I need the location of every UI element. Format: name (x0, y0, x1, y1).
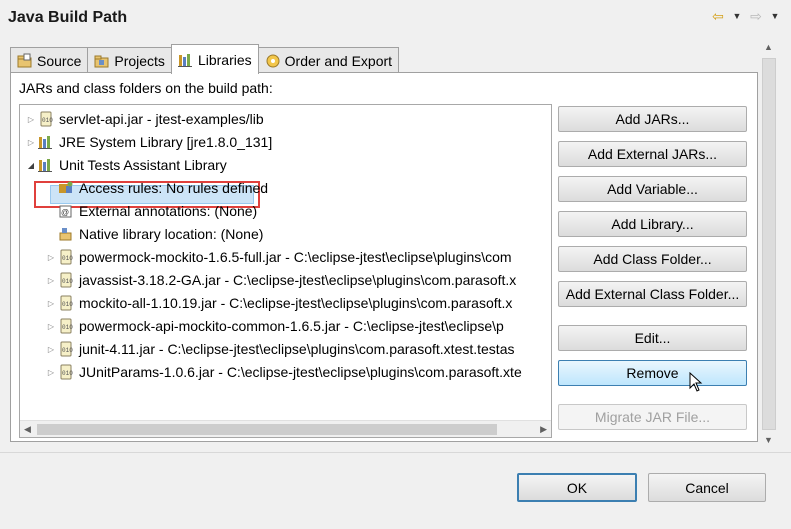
tree-row-label: powermock-mockito-1.6.5-full.jar - C:\ec… (79, 249, 512, 265)
scroll-up-icon[interactable]: ▲ (764, 42, 773, 52)
library-icon (38, 157, 54, 173)
source-folder-icon (17, 53, 33, 69)
library-icon (38, 134, 54, 150)
jar-icon: 010 (58, 318, 74, 334)
svg-text:010: 010 (62, 278, 73, 285)
tree-row-label: JRE System Library [jre1.8.0_131] (59, 134, 273, 150)
tree-row-label: External annotations: (None) (79, 203, 258, 219)
tree-row[interactable]: ▷ 010 mockito-all-1.10.19.jar - C:\eclipse… (44, 292, 512, 314)
tree-row[interactable]: ▷ 010 servlet-api.jar - jtest-examples/lib (24, 108, 264, 130)
edit-button[interactable]: Edit... (558, 325, 747, 351)
svg-text:010: 010 (62, 301, 73, 308)
library-tree[interactable]: ▷ 010 servlet-api.jar - jtest-examples/lib… (19, 104, 552, 438)
tree-row[interactable]: Access rules: No rules defined (44, 177, 268, 199)
scroll-down-icon[interactable]: ▼ (764, 435, 773, 445)
tab-label: Source (37, 53, 82, 69)
tree-row-label: servlet-api.jar - jtest-examples/lib (59, 111, 264, 127)
libraries-panel: JARs and class folders on the build path… (10, 72, 758, 442)
projects-icon (94, 53, 110, 69)
forward-dropdown-icon[interactable]: ▼ (769, 11, 781, 21)
add-external-jars-button[interactable]: Add External JARs... (558, 141, 747, 167)
scroll-thumb[interactable] (762, 58, 776, 430)
jar-icon: 010 (58, 295, 74, 311)
expand-arrow-icon[interactable]: ▷ (44, 368, 58, 377)
cancel-button[interactable]: Cancel (648, 473, 766, 502)
expand-arrow-icon[interactable]: ▷ (44, 253, 58, 262)
expand-arrow-icon[interactable]: ▷ (44, 322, 58, 331)
tree-row-label: mockito-all-1.10.19.jar - C:\eclipse-jte… (79, 295, 513, 311)
tree-row-label: Unit Tests Assistant Library (59, 157, 227, 173)
tree-row-label: JUnitParams-1.0.6.jar - C:\eclipse-jtest… (79, 364, 522, 380)
svg-text:010: 010 (42, 117, 53, 124)
expand-arrow-icon[interactable]: ▷ (44, 345, 58, 354)
native-library-icon (58, 226, 74, 242)
access-rules-icon (58, 180, 74, 196)
tab-label: Projects (114, 53, 165, 69)
tree-row-label: powermock-api-mockito-common-1.6.5.jar -… (79, 318, 504, 334)
add-class-folder-button[interactable]: Add Class Folder... (558, 246, 747, 272)
tab-label: Libraries (197, 51, 252, 68)
dialog-title: Java Build Path (8, 9, 128, 26)
tree-row-label: junit-4.11.jar - C:\eclipse-jtest\eclips… (79, 341, 515, 357)
tree-row-label: javassist-3.18.2-GA.jar - C:\eclipse-jte… (79, 272, 517, 288)
tree-row[interactable]: ◢ Unit Tests Assistant Library (24, 154, 227, 176)
add-library-button[interactable]: Add Library... (558, 211, 747, 237)
expand-arrow-icon[interactable]: ▷ (44, 276, 58, 285)
back-dropdown-icon[interactable]: ▼ (731, 11, 743, 21)
dialog-header: Java Build Path ⇦ ▼ ⇨ ▼ (0, 0, 791, 38)
mouse-cursor-icon (689, 372, 703, 392)
add-variable-button[interactable]: Add Variable... (558, 176, 747, 202)
tree-row[interactable]: ▷ 010 JUnitParams-1.0.6.jar - C:\eclipse-j… (44, 361, 522, 383)
scroll-thumb[interactable] (37, 424, 497, 435)
scroll-right-icon[interactable]: ▶ (540, 424, 547, 435)
tree-row[interactable]: ▷ 010 junit-4.11.jar - C:\eclipse-jtest\ec… (44, 338, 515, 360)
migrate-jar-button: Migrate JAR File... (558, 404, 747, 430)
vertical-scrollbar[interactable]: ▲ ▼ (760, 40, 778, 447)
svg-text:010: 010 (62, 347, 73, 354)
history-nav: ⇦ ▼ ⇨ ▼ (709, 8, 781, 24)
jar-icon: 010 (58, 364, 74, 380)
back-arrow-icon[interactable]: ⇦ (709, 8, 727, 24)
tree-row[interactable]: @ External annotations: (None) (44, 200, 257, 222)
tab-libraries[interactable]: Libraries (170, 44, 259, 74)
ok-button[interactable]: OK (517, 473, 637, 502)
jar-icon: 010 (58, 341, 74, 357)
footer-divider (0, 452, 791, 453)
svg-text:@: @ (61, 208, 69, 217)
annotations-icon: @ (58, 203, 74, 219)
scroll-left-icon[interactable]: ◀ (24, 424, 31, 435)
expand-arrow-icon[interactable]: ▷ (24, 115, 38, 124)
svg-text:010: 010 (62, 324, 73, 331)
tree-row-label: Access rules: No rules defined (79, 180, 269, 196)
tree-row[interactable]: ▷ JRE System Library [jre1.8.0_131] (24, 131, 272, 153)
tree-row[interactable]: ▷ 010 powermock-mockito-1.6.5-full.jar - C… (44, 246, 512, 268)
add-jars-button[interactable]: Add JARs... (558, 106, 747, 132)
tree-row[interactable]: ▷ 010 javassist-3.18.2-GA.jar - C:\eclipse… (44, 269, 516, 291)
tab-source[interactable]: Source (10, 47, 89, 74)
forward-arrow-icon[interactable]: ⇨ (747, 8, 765, 24)
expand-arrow-icon[interactable]: ▷ (44, 299, 58, 308)
tree-row[interactable]: Native library location: (None) (44, 223, 263, 245)
tab-order-and-export[interactable]: Order and Export (257, 47, 400, 74)
build-path-label: JARs and class folders on the build path… (19, 80, 273, 96)
svg-text:010: 010 (62, 370, 73, 377)
tab-label: Order and Export (284, 53, 393, 69)
add-external-class-folder-button[interactable]: Add External Class Folder... (558, 281, 747, 307)
jar-icon: 010 (58, 249, 74, 265)
jar-icon: 010 (38, 111, 54, 127)
svg-text:010: 010 (62, 255, 73, 262)
remove-button[interactable]: Remove (558, 360, 747, 386)
horizontal-scrollbar[interactable]: ◀ ▶ (20, 420, 551, 437)
library-icon (177, 52, 194, 68)
collapse-arrow-icon[interactable]: ◢ (24, 161, 38, 170)
tab-projects[interactable]: Projects (87, 47, 172, 74)
tree-row-label: Native library location: (None) (79, 226, 264, 242)
jar-icon: 010 (58, 272, 74, 288)
tab-bar: Source Projects Libraries Order and Expo… (10, 44, 400, 74)
order-export-icon (265, 53, 281, 69)
expand-arrow-icon[interactable]: ▷ (24, 138, 38, 147)
tree-row[interactable]: ▷ 010 powermock-api-mockito-common-1.6.5.j… (44, 315, 504, 337)
